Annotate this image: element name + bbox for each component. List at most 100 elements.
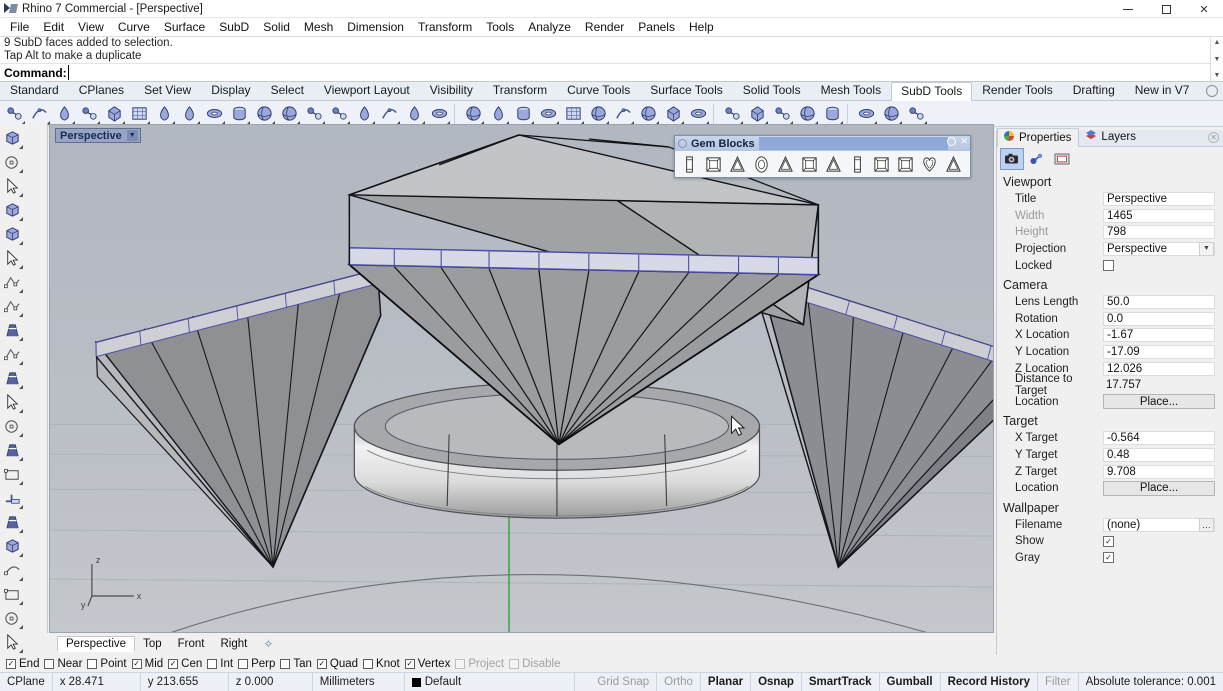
scroll-down-icon[interactable]: ▼	[1211, 70, 1223, 81]
status-cplane[interactable]: CPlane	[0, 673, 53, 691]
toolbar-tab-viewport-layout[interactable]: Viewport Layout	[314, 81, 420, 100]
flyout-arrow-icon[interactable]	[19, 145, 23, 149]
osnap-checkbox[interactable]	[44, 659, 54, 669]
command-scrollbar[interactable]: ▲ ▼ ▼	[1210, 37, 1223, 81]
osnap-point[interactable]: Point	[87, 658, 126, 670]
viewport-tab-front[interactable]: Front	[170, 637, 213, 651]
gem-oval-cut-icon[interactable]	[749, 152, 773, 176]
close-button[interactable]: ✕	[1185, 0, 1223, 18]
add-viewport-icon[interactable]: ✧	[263, 637, 273, 651]
subd-grid-icon[interactable]	[854, 102, 878, 126]
subd-smooth-icon[interactable]	[745, 102, 769, 126]
flyout-arrow-icon[interactable]	[19, 193, 23, 197]
layer-color-swatch[interactable]	[412, 678, 421, 687]
flyout-arrow-icon[interactable]	[19, 313, 23, 317]
subd-crease-icon[interactable]	[511, 102, 535, 126]
status-toggle-ortho[interactable]: Ortho	[657, 673, 701, 691]
subd-sphere-icon[interactable]	[127, 102, 151, 126]
property-file-input[interactable]: (none)…	[1103, 518, 1215, 532]
menu-item-tools[interactable]: Tools	[479, 19, 521, 35]
status-toggle-filter[interactable]: Filter	[1038, 673, 1079, 691]
gem-heart-cut-icon[interactable]	[773, 152, 797, 176]
osnap-checkbox[interactable]	[455, 659, 465, 669]
menu-item-panels[interactable]: Panels	[631, 19, 682, 35]
flyout-arrow-icon[interactable]	[19, 361, 23, 365]
subd-uncrease-icon[interactable]	[536, 102, 560, 126]
toolbar-tab-new-in-v7[interactable]: New in V7	[1125, 81, 1200, 100]
surface-loft-icon[interactable]	[0, 390, 24, 414]
curve-blend-icon[interactable]	[0, 342, 24, 366]
place-button[interactable]: Place...	[1103, 394, 1215, 409]
toolbar-tab-transform[interactable]: Transform	[483, 81, 557, 100]
flyout-arrow-icon[interactable]	[19, 265, 23, 269]
osnap-cen[interactable]: ✓Cen	[168, 658, 202, 670]
property-text-input[interactable]: 12.026	[1103, 362, 1215, 376]
osnap-tan[interactable]: Tan	[280, 658, 312, 670]
toolbar-tab-subd-tools[interactable]: SubD Tools	[891, 82, 972, 101]
status-toggle-gumball[interactable]: Gumball	[880, 673, 941, 691]
gem-cushion-cut-icon[interactable]	[845, 152, 869, 176]
gem-pear-cut-icon[interactable]	[821, 152, 845, 176]
polygon-icon[interactable]	[0, 318, 24, 342]
flyout-arrow-icon[interactable]	[19, 337, 23, 341]
circle-center-icon[interactable]	[0, 222, 24, 246]
status-layer[interactable]: Default	[405, 673, 575, 691]
toolbar-tab-curve-tools[interactable]: Curve Tools	[557, 81, 640, 100]
perspective-viewport[interactable]: z x y Perspective ▼	[49, 124, 994, 633]
command-history[interactable]: 9 SubD faces added to selection. Tap Alt…	[0, 37, 1223, 63]
osnap-checkbox[interactable]: ✓	[132, 659, 142, 669]
subd-multipipe-icon[interactable]	[302, 102, 326, 126]
toolbar-tab-display[interactable]: Display	[201, 81, 260, 100]
subd-fin-icon[interactable]	[352, 102, 376, 126]
gem-baguette-alt-icon[interactable]	[941, 152, 965, 176]
boolean-union-icon[interactable]	[0, 510, 24, 534]
menu-item-solid[interactable]: Solid	[256, 19, 297, 35]
subd-symmetry-icon[interactable]	[661, 102, 685, 126]
gem-round-brilliant-icon[interactable]	[677, 152, 701, 176]
flyout-arrow-icon[interactable]	[19, 553, 23, 557]
osnap-perp[interactable]: Perp	[238, 658, 275, 670]
sphere-cylinder-icon[interactable]	[0, 438, 24, 462]
boolean-split-icon[interactable]	[0, 606, 24, 630]
viewport-title-label[interactable]: Perspective ▼	[55, 128, 141, 143]
subd-ellipsoid-icon[interactable]	[152, 102, 176, 126]
maximize-button[interactable]	[1147, 0, 1185, 18]
menu-item-curve[interactable]: Curve	[111, 19, 157, 35]
subd-loft-1-icon[interactable]	[227, 102, 251, 126]
chevron-down-icon[interactable]: ▼	[1199, 242, 1214, 256]
status-toggle-smarttrack[interactable]: SmartTrack	[802, 673, 880, 691]
osnap-checkbox[interactable]: ✓	[405, 659, 415, 669]
toolbar-tab-visibility[interactable]: Visibility	[420, 81, 483, 100]
subd-from-mesh-icon[interactable]	[202, 102, 226, 126]
subd-offset-cup-icon[interactable]	[636, 102, 660, 126]
toolbar-tab-mesh-tools[interactable]: Mesh Tools	[811, 81, 891, 100]
property-text-input[interactable]: 0.48	[1103, 448, 1215, 462]
property-text-input[interactable]: 0.0	[1103, 312, 1215, 326]
rectangle-icon[interactable]	[0, 294, 24, 318]
menu-item-help[interactable]: Help	[682, 19, 721, 35]
menu-item-surface[interactable]: Surface	[157, 19, 212, 35]
flyout-arrow-icon[interactable]	[19, 169, 23, 173]
property-text-input[interactable]: Perspective	[1103, 192, 1215, 206]
subd-plane-icon[interactable]	[27, 102, 51, 126]
subd-tools-icon[interactable]	[904, 102, 928, 126]
flyout-arrow-icon[interactable]	[19, 409, 23, 413]
subd-edge-chain-icon[interactable]	[486, 102, 510, 126]
osnap-end[interactable]: ✓End	[6, 658, 39, 670]
flyout-arrow-icon[interactable]	[19, 577, 23, 581]
subd-cone-icon[interactable]	[52, 102, 76, 126]
point-icon[interactable]	[0, 150, 24, 174]
property-text-input[interactable]: 1465	[1103, 209, 1215, 223]
gem-princess-cut-icon[interactable]	[701, 152, 725, 176]
toolbar-tab-cplanes[interactable]: CPlanes	[69, 81, 134, 100]
flyout-arrow-icon[interactable]	[19, 649, 23, 653]
osnap-checkbox[interactable]	[207, 659, 217, 669]
toolbar-tab-solid-tools[interactable]: Solid Tools	[733, 81, 811, 100]
flyout-arrow-icon[interactable]	[19, 625, 23, 629]
menu-item-render[interactable]: Render	[578, 19, 631, 35]
subd-cylinder-icon[interactable]	[102, 102, 126, 126]
property-select[interactable]: Perspective▼	[1103, 242, 1215, 256]
close-icon[interactable]: ✕	[960, 137, 968, 146]
viewport-3d-scene[interactable]: z x y	[50, 125, 993, 633]
subd-list-icon[interactable]	[879, 102, 903, 126]
